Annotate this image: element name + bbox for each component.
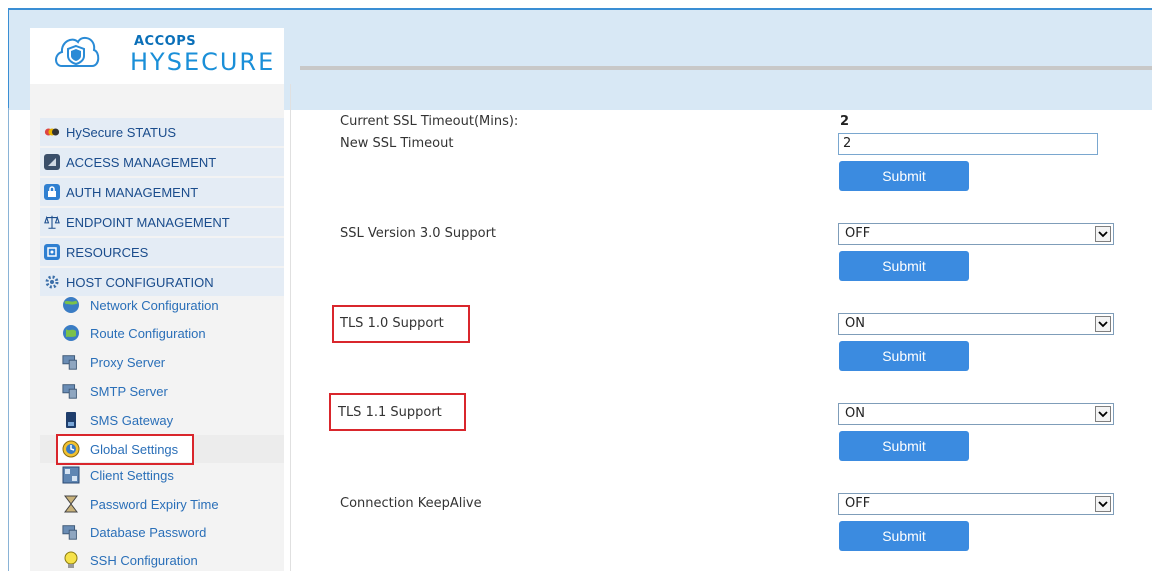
gear-icon [44, 274, 60, 290]
menu-label: ENDPOINT MANAGEMENT [66, 214, 230, 230]
highlight-tls10 [332, 305, 470, 343]
ssl3-support-select[interactable]: OFF [838, 223, 1114, 245]
tls11-support-value: ON [845, 406, 865, 421]
sidebar-item-proxy-server[interactable]: Proxy Server [62, 349, 165, 375]
ssl3-support-value: OFF [845, 226, 871, 241]
menu-label: AUTH MANAGEMENT [66, 184, 199, 200]
current-ssl-timeout-label: Current SSL Timeout(Mins): [340, 114, 519, 129]
new-ssl-timeout-input[interactable]: 2 [838, 133, 1098, 155]
network-globe-icon [62, 296, 80, 314]
sidebar-item-label: Network Configuration [90, 297, 219, 313]
current-ssl-timeout-value: 2 [840, 114, 850, 129]
sidebar-item-label: SMS Gateway [90, 412, 174, 428]
bulb-icon [62, 551, 80, 569]
ssl3-submit-button[interactable]: Submit [839, 251, 969, 281]
keepalive-submit-button[interactable]: Submit [839, 521, 969, 551]
menu-access-management[interactable]: ACCESS MANAGEMENT [40, 148, 284, 176]
product-name: HYSECURE [130, 48, 276, 76]
menu-hysecure-status[interactable]: HySecure STATUS [40, 118, 284, 146]
cloud-shield-icon [55, 36, 100, 67]
sidebar-item-label: Client Settings [90, 467, 174, 483]
sidebar-item-network-configuration[interactable]: Network Configuration [62, 292, 219, 318]
tls10-support-select[interactable]: ON [838, 313, 1114, 335]
keepalive-select[interactable]: OFF [838, 493, 1114, 515]
phone-icon [62, 411, 80, 429]
highlight-tls11 [329, 393, 466, 431]
chevron-down-icon[interactable] [1095, 316, 1111, 332]
sidebar-item-label: Route Configuration [90, 325, 206, 341]
tls10-submit-button[interactable]: Submit [839, 341, 969, 371]
sidebar-item-label: SMTP Server [90, 383, 168, 399]
hourglass-icon [62, 495, 80, 513]
sidebar-item-ssh-configuration[interactable]: SSH Configuration [62, 547, 198, 571]
status-icon [44, 124, 60, 140]
chevron-down-icon[interactable] [1095, 496, 1111, 512]
header-divider [300, 66, 1152, 70]
highlight-global-settings [56, 434, 194, 465]
chevron-down-icon[interactable] [1095, 406, 1111, 422]
access-icon [44, 154, 60, 170]
sidebar-item-smtp-server[interactable]: SMTP Server [62, 378, 168, 404]
ssl3-support-label: SSL Version 3.0 Support [340, 226, 497, 241]
sidebar-item-sms-gateway[interactable]: SMS Gateway [62, 407, 173, 433]
sidebar-item-label: Password Expiry Time [90, 496, 219, 512]
menu-label: RESOURCES [66, 244, 149, 260]
menu-label: HOST CONFIGURATION [66, 274, 214, 290]
smtp-server-icon [62, 382, 80, 400]
sidebar-divider [290, 84, 291, 571]
left-border [8, 108, 9, 571]
menu-endpoint-management[interactable]: ENDPOINT MANAGEMENT [40, 208, 284, 236]
proxy-server-icon [62, 353, 80, 371]
sidebar-item-client-settings[interactable]: Client Settings [62, 462, 174, 488]
route-globe-icon [62, 324, 80, 342]
menu-resources[interactable]: RESOURCES [40, 238, 284, 266]
database-icon [62, 523, 80, 541]
menu-label: ACCESS MANAGEMENT [66, 154, 217, 170]
company-name: ACCOPS [134, 34, 197, 49]
menu-label: HySecure STATUS [66, 124, 177, 140]
sidebar-item-database-password[interactable]: Database Password [62, 519, 206, 545]
ssl-timeout-submit-button[interactable]: Submit [839, 161, 969, 191]
chevron-down-icon[interactable] [1095, 226, 1111, 242]
tls11-support-select[interactable]: ON [838, 403, 1114, 425]
sidebar-item-label: Proxy Server [90, 354, 166, 370]
menu-auth-management[interactable]: AUTH MANAGEMENT [40, 178, 284, 206]
tls11-submit-button[interactable]: Submit [839, 431, 969, 461]
sidebar-item-route-configuration[interactable]: Route Configuration [62, 320, 206, 346]
lock-icon [44, 184, 60, 200]
sidebar-item-password-expiry-time[interactable]: Password Expiry Time [62, 491, 219, 517]
resources-icon [44, 244, 60, 260]
keepalive-label: Connection KeepAlive [340, 496, 482, 511]
sidebar-item-label: Database Password [90, 524, 207, 540]
tls10-support-value: ON [845, 316, 865, 331]
sidebar-item-label: SSH Configuration [90, 552, 198, 568]
new-ssl-timeout-label: New SSL Timeout [340, 136, 454, 151]
client-settings-icon [62, 466, 80, 484]
keepalive-value: OFF [845, 496, 871, 511]
scale-icon [44, 214, 60, 230]
logo[interactable]: ACCOPS HYSECURE [30, 28, 284, 84]
